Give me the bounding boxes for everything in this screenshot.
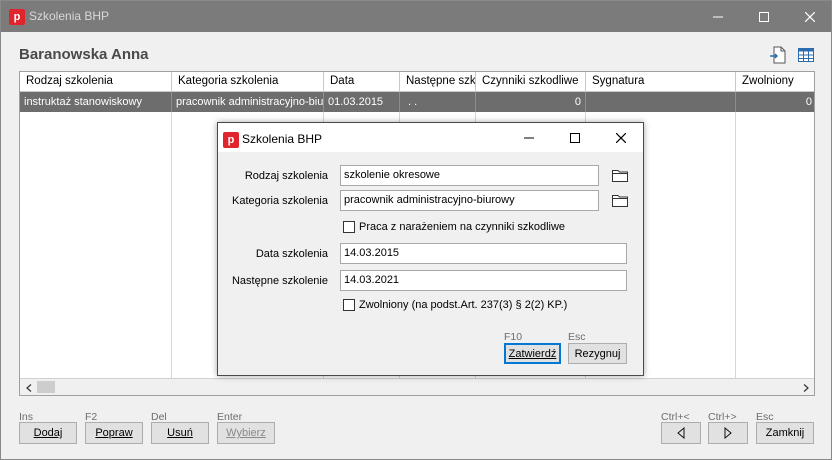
rodzaj-field[interactable]: szkolenie okresowe: [340, 165, 599, 186]
zwolniony-label: Zwolniony (na podst.Art. 237(3) § 2(2) K…: [359, 299, 568, 311]
scroll-right-button[interactable]: [797, 379, 814, 395]
close-button-label: Zamknij: [765, 427, 805, 439]
dialog-maximize-button[interactable]: [552, 123, 598, 152]
nastepne-szkolenie-label: Następne szkolenie: [231, 275, 328, 287]
table-view-button[interactable]: [797, 46, 815, 64]
narazenie-label: Praca z narażeniem na czynniki szkodliwe: [359, 221, 566, 233]
window-title: Szkolenia BHP: [29, 9, 110, 23]
nastepne-szkolenie-field[interactable]: 14.03.2021: [340, 270, 627, 291]
cell-nastepne: . .: [400, 92, 476, 112]
app-logo-icon: p: [9, 9, 25, 25]
column-header-sygnatura[interactable]: Sygnatura: [586, 72, 736, 92]
table-header: Rodzaj szkolenia Kategoria szkolenia Dat…: [20, 72, 814, 92]
scroll-left-button[interactable]: [20, 379, 37, 395]
main-titlebar: p Szkolenia BHP: [1, 1, 831, 32]
cell-rodzaj: instruktaż stanowiskowy: [20, 92, 172, 112]
cell-sygnatura: [586, 92, 736, 112]
next-button[interactable]: [708, 422, 748, 444]
chevron-left-icon: [25, 383, 31, 392]
cell-data: 01.03.2015: [324, 92, 400, 112]
column-divider: [171, 112, 172, 378]
select-button[interactable]: Wybierz: [217, 422, 275, 444]
select-button-label: Wybierz: [226, 427, 266, 439]
column-header-kategoria[interactable]: Kategoria szkolenia: [172, 72, 324, 92]
delete-button-label: Usuń: [167, 427, 193, 439]
maximize-icon: [570, 132, 580, 143]
close-button[interactable]: Zamknij: [756, 422, 814, 444]
folder-icon: [612, 170, 628, 182]
close-icon: [616, 132, 626, 143]
cell-kategoria: pracownik administracyjno-biurowy: [172, 92, 324, 112]
table-icon: [798, 48, 814, 62]
dialog-close-window-button[interactable]: [598, 123, 644, 152]
edit-button[interactable]: Popraw: [85, 422, 143, 444]
column-header-czynniki[interactable]: Czynniki szkodliwe: [476, 72, 586, 92]
cancel-key-hint: Esc: [568, 331, 586, 343]
confirm-key-hint: F10: [504, 331, 523, 343]
cancel-button-label: Rezygnuj: [574, 347, 621, 360]
close-icon: [805, 11, 815, 22]
confirm-button-label: Zatwierdź: [508, 347, 557, 360]
chevron-right-icon: [803, 383, 809, 392]
dialog-title: Szkolenia BHP: [242, 132, 323, 146]
column-header-zwolniony[interactable]: Zwolniony: [736, 72, 814, 92]
cell-zwolniony: 0: [805, 96, 812, 108]
cell-czynniki: 0: [476, 92, 586, 112]
maximize-button[interactable]: [741, 1, 787, 32]
folder-icon: [612, 195, 628, 207]
column-header-rodzaj[interactable]: Rodzaj szkolenia: [20, 72, 172, 92]
minimize-icon: [524, 137, 534, 138]
minimize-icon: [713, 16, 723, 17]
dialog-minimize-button[interactable]: [506, 123, 552, 152]
data-szkolenia-label: Data szkolenia: [255, 248, 328, 260]
zwolniony-checkbox[interactable]: [343, 299, 355, 311]
triangle-right-icon: [724, 427, 732, 439]
add-button-label: Dodaj: [33, 427, 63, 439]
maximize-icon: [759, 11, 769, 22]
rodzaj-browse-button[interactable]: [612, 168, 628, 182]
add-button[interactable]: Dodaj: [19, 422, 77, 444]
dialog-titlebar: p Szkolenia BHP: [218, 123, 643, 152]
horizontal-scrollbar[interactable]: [20, 378, 814, 395]
column-header-nastepne[interactable]: Następne szkolenie: [400, 72, 476, 92]
training-dialog: p Szkolenia BHP Rodzaj szkolenia szkolen…: [217, 122, 644, 376]
kategoria-field[interactable]: pracownik administracyjno-biurowy: [340, 190, 599, 211]
kategoria-browse-button[interactable]: [612, 193, 628, 207]
close-window-button[interactable]: [787, 1, 832, 32]
dialog-app-logo-icon: p: [223, 132, 239, 148]
minimize-button[interactable]: [695, 1, 741, 32]
narazenie-checkbox[interactable]: [343, 221, 355, 233]
delete-button[interactable]: Usuń: [151, 422, 209, 444]
column-header-data[interactable]: Data: [324, 72, 400, 92]
scrollbar-thumb[interactable]: [37, 381, 55, 393]
confirm-button[interactable]: Zatwierdź: [504, 343, 561, 364]
data-szkolenia-field[interactable]: 14.03.2015: [340, 243, 627, 264]
cancel-button[interactable]: Rezygnuj: [568, 343, 627, 364]
export-document-icon: [770, 46, 786, 64]
table-row[interactable]: instruktaż stanowiskowy pracownik admini…: [20, 92, 814, 112]
person-name: Baranowska Anna: [19, 46, 149, 63]
export-document-button[interactable]: [769, 46, 787, 64]
edit-button-label: Popraw: [95, 427, 133, 439]
column-divider: [735, 112, 736, 378]
triangle-left-icon: [677, 427, 685, 439]
previous-button[interactable]: [661, 422, 701, 444]
kategoria-label: Kategoria szkolenia: [231, 195, 328, 207]
rodzaj-label: Rodzaj szkolenia: [244, 170, 328, 182]
